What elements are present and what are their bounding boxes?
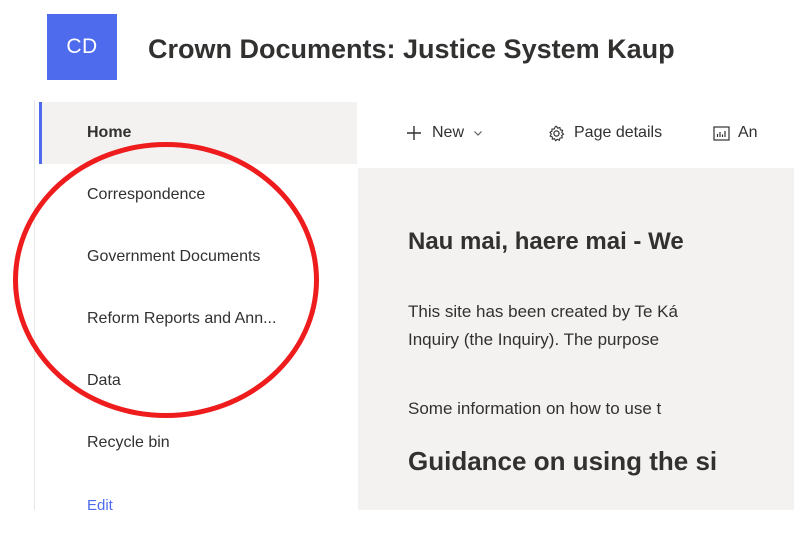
analytics-icon xyxy=(713,125,730,141)
nav-item-label: Data xyxy=(87,372,121,389)
nav-item-government-documents[interactable]: Government Documents xyxy=(39,226,357,288)
guidance-heading: Guidance on using the si xyxy=(408,446,718,476)
nav-item-label: Government Documents xyxy=(87,248,261,265)
command-bar: New Page details An xyxy=(358,102,794,168)
plus-icon xyxy=(406,125,422,141)
new-button[interactable]: New xyxy=(406,124,483,142)
page-left-gutter xyxy=(0,0,35,510)
nav-item-label: Recycle bin xyxy=(87,434,170,451)
nav-item-recycle-bin[interactable]: Recycle bin xyxy=(39,412,357,474)
intro-paragraph-line-1: This site has been created by Te Ká xyxy=(408,302,678,321)
nav-item-reform-reports[interactable]: Reform Reports and Ann... xyxy=(39,288,357,350)
analytics-button[interactable]: An xyxy=(713,124,758,142)
page-content: Nau mai, haere mai - We This site has be… xyxy=(358,168,794,510)
site-title[interactable]: Crown Documents: Justice System Kaup xyxy=(148,34,675,65)
page-details-label: Page details xyxy=(574,124,663,141)
nav-item-data[interactable]: Data xyxy=(39,350,357,412)
new-button-label: New xyxy=(432,124,465,141)
nav-item-label: Reform Reports and Ann... xyxy=(87,310,277,327)
analytics-label: An xyxy=(738,124,758,141)
nav-item-correspondence[interactable]: Correspondence xyxy=(39,164,357,226)
nav-edit-label: Edit xyxy=(87,496,113,514)
nav-item-label: Correspondence xyxy=(87,186,206,203)
site-logo[interactable]: CD xyxy=(47,14,117,80)
intro-paragraph-line-2: Inquiry (the Inquiry). The purpose xyxy=(408,330,660,349)
gear-icon xyxy=(548,125,565,142)
page-details-button[interactable]: Page details xyxy=(548,124,662,142)
nav-item-label: Home xyxy=(87,124,132,141)
usage-info-paragraph: Some information on how to use t xyxy=(408,399,662,418)
nav-edit-link[interactable]: Edit xyxy=(39,474,357,536)
welcome-heading: Nau mai, haere mai - We xyxy=(408,228,684,255)
site-navigation: Home Correspondence Government Documents… xyxy=(39,102,357,514)
chevron-down-icon xyxy=(473,128,483,138)
nav-item-home[interactable]: Home xyxy=(39,102,357,164)
